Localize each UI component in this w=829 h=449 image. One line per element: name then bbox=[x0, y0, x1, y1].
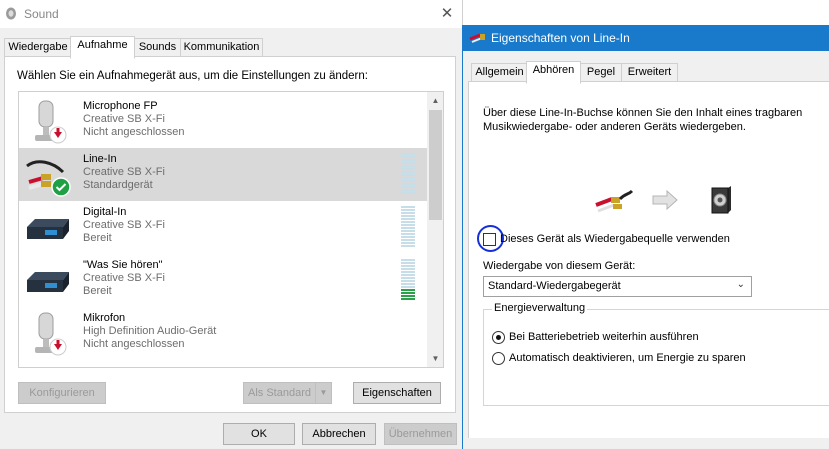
tab-abhoeren[interactable]: Abhören bbox=[526, 61, 581, 84]
audio-cable-icon bbox=[469, 33, 485, 43]
list-item[interactable]: Digital-In Creative SB X-Fi Bereit bbox=[19, 201, 427, 254]
list-item-selected[interactable]: Line-In Creative SB X-Fi Standardgerät bbox=[19, 148, 427, 201]
microphone-icon bbox=[35, 312, 67, 356]
playback-device-label: Wiedergabe von diesem Gerät: bbox=[483, 260, 636, 272]
list-item[interactable]: Mikrofon High Definition Audio-Gerät Nic… bbox=[19, 307, 427, 360]
speaker-icon bbox=[711, 186, 731, 214]
tab-wiedergabe[interactable]: Wiedergabe bbox=[4, 38, 72, 58]
list-item[interactable]: Microphone FP Creative SB X-Fi Nicht ang… bbox=[19, 95, 427, 148]
speaker-icon bbox=[6, 7, 16, 20]
sound-window: Sound ✕ Wiedergabe Aufnahme Sounds Kommu… bbox=[0, 0, 462, 449]
level-meter bbox=[401, 153, 415, 197]
properties-title-bar: Eigenschaften von Line-In bbox=[463, 25, 829, 51]
cancel-button[interactable]: Abbrechen bbox=[302, 423, 376, 445]
microphone-icon bbox=[35, 100, 67, 144]
device-status: Bereit bbox=[83, 285, 112, 297]
recording-panel: Wählen Sie ein Aufnahmegerät aus, um die… bbox=[4, 56, 456, 413]
chevron-down-icon[interactable]: ▼ bbox=[315, 383, 331, 403]
tab-kommunikation[interactable]: Kommunikation bbox=[180, 38, 263, 58]
device-driver: Creative SB X-Fi bbox=[83, 219, 165, 231]
energy-group: Energieverwaltung Bei Batteriebetrieb we… bbox=[483, 302, 829, 406]
radio-keep-running-label: Bei Batteriebetrieb weiterhin ausführen bbox=[509, 331, 699, 343]
device-driver: Creative SB X-Fi bbox=[83, 272, 165, 284]
background-window bbox=[462, 0, 829, 25]
level-meter bbox=[401, 259, 415, 303]
properties-window: Eigenschaften von Line-In Allgemein Abhö… bbox=[462, 25, 829, 449]
sound-title-bar: Sound ✕ bbox=[0, 0, 462, 28]
device-driver: High Definition Audio-Gerät bbox=[83, 325, 217, 337]
tab-aufnahme[interactable]: Aufnahme bbox=[70, 36, 135, 59]
device-driver: Creative SB X-Fi bbox=[83, 113, 165, 125]
bottom-strip bbox=[463, 438, 829, 449]
device-name: "Was Sie hören" bbox=[83, 259, 163, 271]
device-status: Nicht angeschlossen bbox=[83, 126, 185, 138]
device-name: Line-In bbox=[83, 153, 117, 165]
arrow-right-icon bbox=[652, 190, 678, 210]
energy-group-label: Energieverwaltung bbox=[492, 302, 588, 314]
list-item[interactable]: "Was Sie hören" Creative SB X-Fi Bereit bbox=[19, 254, 427, 307]
listen-description: Über diese Line-In-Buchse können Sie den… bbox=[483, 107, 803, 133]
set-default-button[interactable]: Als Standard ▼ bbox=[243, 382, 332, 404]
listen-checkbox[interactable] bbox=[483, 233, 496, 246]
apply-button[interactable]: Übernehmen bbox=[384, 423, 457, 445]
tab-pegel[interactable]: Pegel bbox=[579, 63, 623, 83]
properties-button[interactable]: Eigenschaften bbox=[353, 382, 441, 404]
audio-device-icon bbox=[27, 219, 69, 239]
tab-erweitert[interactable]: Erweitert bbox=[621, 63, 678, 83]
default-check-icon bbox=[51, 177, 71, 197]
scrollbar-thumb[interactable] bbox=[429, 110, 442, 220]
device-list[interactable]: Microphone FP Creative SB X-Fi Nicht ang… bbox=[18, 91, 444, 368]
disconnected-arrow-icon bbox=[49, 126, 67, 144]
tab-sounds[interactable]: Sounds bbox=[133, 38, 182, 58]
device-name: Microphone FP bbox=[83, 100, 158, 112]
device-driver: Creative SB X-Fi bbox=[83, 166, 165, 178]
disconnected-arrow-icon bbox=[49, 338, 67, 356]
device-status: Standardgerät bbox=[83, 179, 153, 191]
listen-panel: Über diese Line-In-Buchse können Sie den… bbox=[468, 81, 829, 440]
scroll-up-icon[interactable]: ▲ bbox=[427, 92, 443, 109]
scroll-down-icon[interactable]: ▼ bbox=[427, 350, 443, 367]
playback-device-select[interactable]: Standard-Wiedergabegerät ⌄ bbox=[483, 276, 752, 297]
device-name: Mikrofon bbox=[83, 312, 126, 324]
audio-device-icon bbox=[27, 272, 69, 292]
properties-window-title: Eigenschaften von Line-In bbox=[491, 31, 630, 45]
scrollbar[interactable]: ▲ ▼ bbox=[427, 92, 443, 367]
radio-auto-disable[interactable] bbox=[492, 352, 505, 365]
audio-cable-icon bbox=[26, 160, 71, 197]
device-status: Nicht angeschlossen bbox=[83, 338, 185, 350]
tab-allgemein[interactable]: Allgemein bbox=[471, 63, 528, 83]
chevron-down-icon: ⌄ bbox=[736, 279, 745, 290]
radio-auto-disable-label: Automatisch deaktivieren, um Energie zu … bbox=[509, 352, 746, 364]
close-icon[interactable]: ✕ bbox=[436, 4, 458, 24]
instruction-text: Wählen Sie ein Aufnahmegerät aus, um die… bbox=[17, 70, 368, 82]
configure-button[interactable]: Konfigurieren bbox=[18, 382, 106, 404]
sound-window-title: Sound bbox=[24, 7, 59, 21]
level-meter bbox=[401, 206, 415, 250]
radio-keep-running[interactable] bbox=[492, 331, 505, 344]
device-name: Digital-In bbox=[83, 206, 127, 218]
ok-button[interactable]: OK bbox=[223, 423, 295, 445]
listen-checkbox-label: Dieses Gerät als Wiedergabequelle verwen… bbox=[500, 233, 730, 245]
device-status: Bereit bbox=[83, 232, 112, 244]
